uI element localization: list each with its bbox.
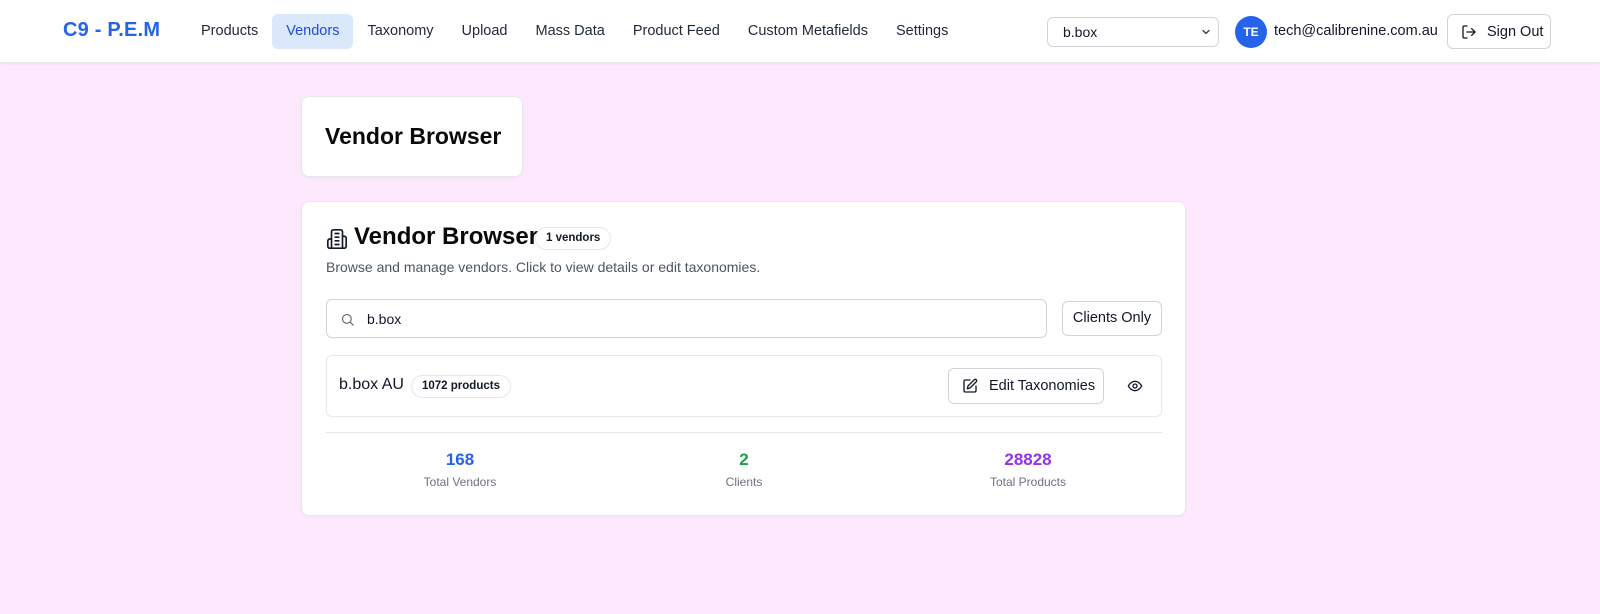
stat-clients: 2 Clients (644, 450, 844, 489)
vendor-products-badge: 1072 products (411, 375, 511, 398)
nav-item-mass-data[interactable]: Mass Data (522, 14, 619, 49)
vendor-browser-description: Browse and manage vendors. Click to view… (326, 259, 761, 275)
sign-out-label: Sign Out (1487, 23, 1544, 40)
top-navbar: C9 - P.E.M Products Vendors Taxonomy Upl… (0, 0, 1600, 63)
vendor-browser-card: Vendor Browser 1 vendors Browse and mana… (301, 201, 1186, 516)
nav-item-settings[interactable]: Settings (882, 14, 962, 49)
nav-item-product-feed[interactable]: Product Feed (619, 14, 734, 49)
pencil-square-icon (963, 378, 978, 393)
stat-label: Total Products (989, 475, 1067, 489)
user-avatar[interactable]: TE (1235, 16, 1267, 48)
vendor-search-value: b.box (367, 311, 402, 327)
stat-value: 28828 (1004, 450, 1052, 469)
stat-value: 168 (445, 450, 475, 469)
page-title: Vendor Browser (325, 123, 502, 149)
vendor-count-badge: 1 vendors (535, 227, 612, 250)
nav-item-products[interactable]: Products (187, 14, 272, 49)
log-out-icon (1462, 24, 1476, 39)
stat-label: Total Vendors (423, 475, 497, 489)
vendor-search-input[interactable]: b.box (326, 299, 1047, 338)
view-vendor-button[interactable] (1117, 368, 1153, 404)
nav-item-vendors[interactable]: Vendors (272, 14, 354, 49)
nav-item-custom-metafields[interactable]: Custom Metafields (734, 14, 882, 49)
edit-taxonomies-label: Edit Taxonomies (989, 378, 1096, 394)
nav-item-taxonomy[interactable]: Taxonomy (353, 14, 447, 49)
vendor-name: b.box AU (339, 376, 404, 393)
user-email: tech@calibrenine.com.au (1274, 23, 1438, 39)
stat-value: 2 (739, 450, 749, 469)
stat-total-vendors: 168 Total Vendors (360, 450, 560, 489)
eye-icon (1127, 380, 1143, 392)
edit-taxonomies-button[interactable]: Edit Taxonomies (948, 368, 1104, 404)
page-title-card: Vendor Browser (301, 96, 523, 177)
store-select-value: b.box (1063, 24, 1098, 40)
building-icon (327, 229, 347, 249)
store-select[interactable]: b.box (1047, 17, 1219, 47)
stats-divider (326, 432, 1162, 433)
app-brand[interactable]: C9 - P.E.M (63, 19, 160, 42)
clients-only-button[interactable]: Clients Only (1062, 301, 1162, 336)
nav-item-upload[interactable]: Upload (448, 14, 522, 49)
search-icon (341, 313, 354, 326)
stat-label: Clients (725, 475, 763, 489)
vendor-row[interactable]: b.box AU 1072 products Edit Taxonomies (326, 355, 1162, 417)
vendor-browser-heading: Vendor Browser (354, 223, 539, 250)
sign-out-button[interactable]: Sign Out (1447, 14, 1551, 49)
chevron-down-icon (1202, 29, 1210, 35)
main-nav: Products Vendors Taxonomy Upload Mass Da… (187, 14, 962, 49)
stat-total-products: 28828 Total Products (928, 450, 1128, 489)
